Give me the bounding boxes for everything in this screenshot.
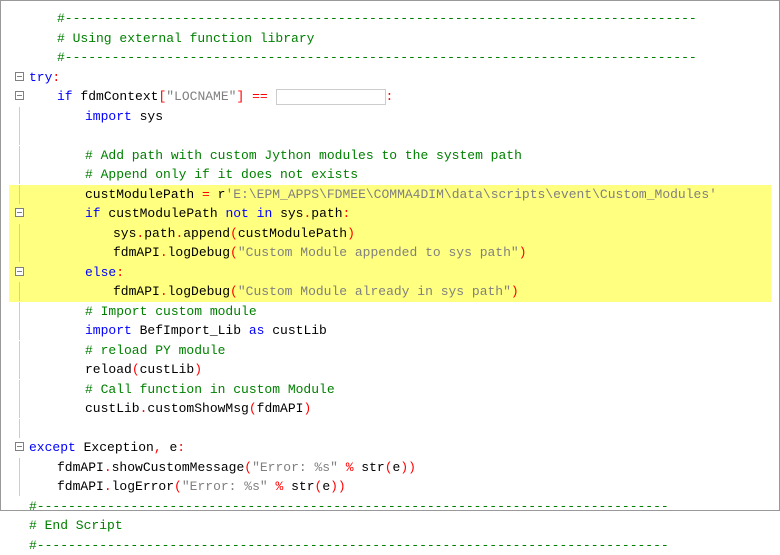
code-line-highlighted: fdmAPI.logDebug("Custom Module already i…: [9, 282, 771, 302]
code-line: # Call function in custom Module: [9, 380, 771, 400]
code-line: # reload PY module: [9, 341, 771, 361]
fold-marker-icon[interactable]: [15, 72, 24, 81]
fold-marker-icon[interactable]: [15, 91, 24, 100]
code-line-highlighted: else:: [9, 263, 771, 283]
code-line: reload(custLib): [9, 360, 771, 380]
code-line: except Exception, e:: [9, 438, 771, 458]
code-line: custLib.customShowMsg(fdmAPI): [9, 399, 771, 419]
fold-marker-icon[interactable]: [15, 442, 24, 451]
keyword: try: [29, 70, 52, 85]
code-line: [9, 126, 771, 146]
keyword: if: [57, 89, 73, 104]
code-line: #---------------------------------------…: [9, 48, 771, 68]
code-line-highlighted: sys.path.append(custModulePath): [9, 224, 771, 244]
code-line: # Using external function library: [9, 29, 771, 49]
redacted-value: [276, 89, 386, 105]
comment: #---------------------------------------…: [57, 11, 697, 26]
comment: # Add path with custom Jython modules to…: [85, 148, 522, 163]
comment: # End Script: [29, 518, 123, 533]
comment: # Import custom module: [85, 304, 257, 319]
code-line: #---------------------------------------…: [9, 536, 771, 555]
fold-marker-icon[interactable]: [15, 267, 24, 276]
comment: # Using external function library: [57, 31, 314, 46]
code-line: [9, 419, 771, 439]
code-line-highlighted: custModulePath = r'E:\EPM_APPS\FDMEE\COM…: [9, 185, 771, 205]
comment: #---------------------------------------…: [29, 499, 669, 514]
code-line: # End Script: [9, 516, 771, 536]
keyword: import: [85, 109, 132, 124]
code-line: if fdmContext["LOCNAME"] == :: [9, 87, 771, 107]
code-line: #---------------------------------------…: [9, 9, 771, 29]
code-line: try:: [9, 68, 771, 88]
code-line: # Append only if it does not exists: [9, 165, 771, 185]
code-line: import sys: [9, 107, 771, 127]
code-line-highlighted: fdmAPI.logDebug("Custom Module appended …: [9, 243, 771, 263]
code-line: #---------------------------------------…: [9, 497, 771, 517]
code-line: import BefImport_Lib as custLib: [9, 321, 771, 341]
code-line: fdmAPI.logError("Error: %s" % str(e)): [9, 477, 771, 497]
code-editor: #---------------------------------------…: [9, 9, 771, 555]
code-line: # Import custom module: [9, 302, 771, 322]
comment: #---------------------------------------…: [29, 538, 669, 553]
fold-marker-icon[interactable]: [15, 208, 24, 217]
comment: # reload PY module: [85, 343, 225, 358]
code-line: # Add path with custom Jython modules to…: [9, 146, 771, 166]
code-line-highlighted: if custModulePath not in sys.path:: [9, 204, 771, 224]
comment: # Append only if it does not exists: [85, 167, 358, 182]
comment: #---------------------------------------…: [57, 50, 697, 65]
comment: # Call function in custom Module: [85, 382, 335, 397]
code-line: fdmAPI.showCustomMessage("Error: %s" % s…: [9, 458, 771, 478]
